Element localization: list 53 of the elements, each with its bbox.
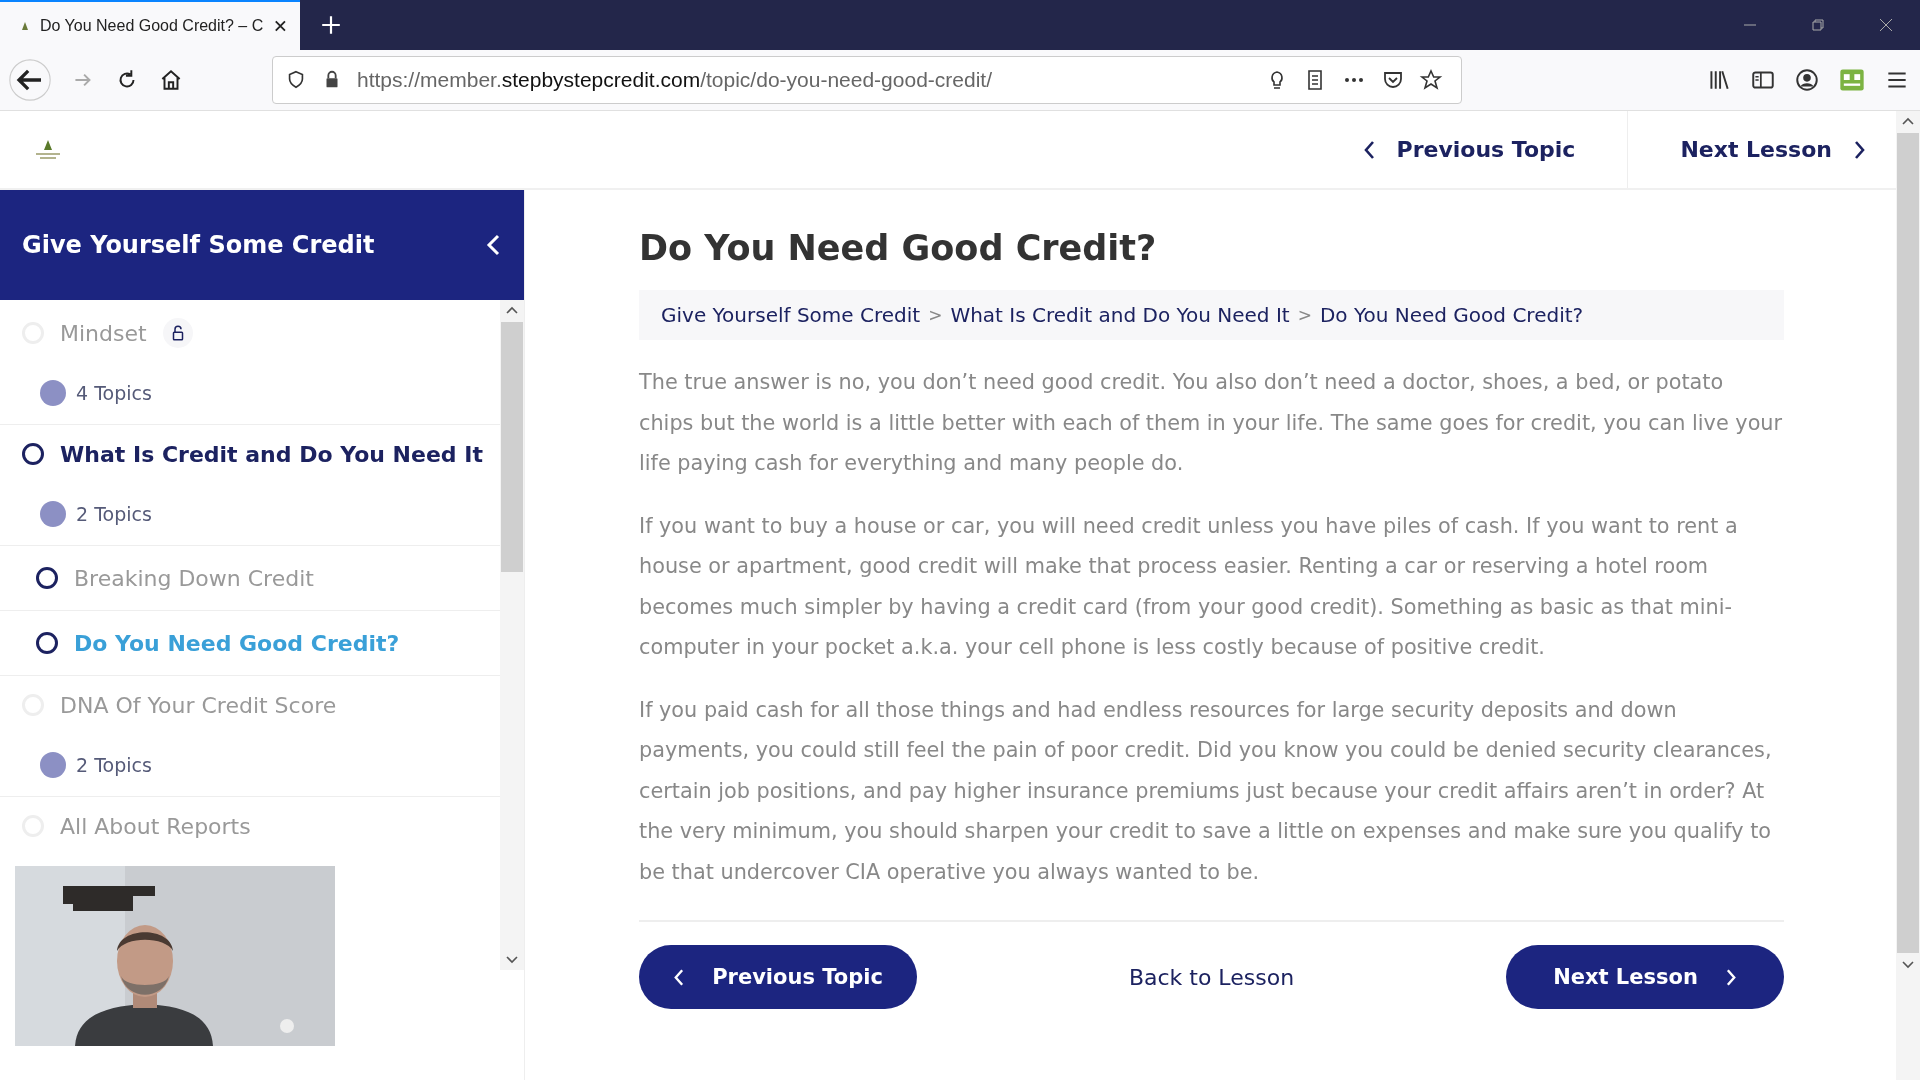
scroll-down-icon[interactable] [1902, 961, 1914, 969]
collapse-icon[interactable] [486, 234, 500, 256]
previous-topic-link[interactable]: Previous Topic [1322, 111, 1628, 188]
breadcrumb-separator: > [1297, 305, 1312, 325]
paragraph: The true answer is no, you don’t need good credit. You also don’t need a doctor, shoes, a bed, or potato chips but the world is a little better with each of them in your life. The same goes for credit, you can live your life paying cash for everything and many people do. [639, 369, 1784, 477]
scroll-down-icon[interactable] [506, 956, 518, 964]
status-circle-icon [36, 567, 58, 589]
tab-title: Do You Need Good Credit? – C [40, 17, 264, 35]
close-icon[interactable] [1878, 17, 1894, 33]
new-tab-icon[interactable] [320, 14, 342, 36]
scroll-up-icon[interactable] [1902, 117, 1914, 125]
restore-icon[interactable] [1810, 17, 1826, 33]
breadcrumb-link[interactable]: Give Yourself Some Credit [661, 303, 921, 327]
previous-topic-button[interactable]: Previous Topic [639, 945, 917, 1009]
topics-dot-icon [40, 752, 66, 778]
breadcrumb-link[interactable]: Do You Need Good Credit? [1319, 303, 1584, 327]
lesson-title: What Is Credit and Do You Need It [60, 441, 483, 467]
lesson-item[interactable]: What Is Credit and Do You Need It [0, 425, 500, 483]
star-icon[interactable] [1419, 68, 1443, 92]
topics-dot-icon [40, 380, 66, 406]
chevron-left-icon [1362, 139, 1375, 160]
chevron-right-icon [1725, 967, 1737, 987]
status-circle-icon [22, 443, 44, 465]
lesson-title: DNA Of Your Credit Score [60, 692, 337, 718]
page-scrollbar[interactable] [1896, 111, 1920, 1080]
topics-dot-icon [40, 501, 66, 527]
breadcrumb-separator: > [928, 305, 943, 325]
address-bar[interactable]: https://member.stepbystepcredit.com/topic/do-you-need-good-credit/ [272, 56, 1462, 104]
topic-title: Breaking Down Credit [74, 565, 314, 591]
topics-count: 2 Topics [76, 754, 152, 776]
lesson-title: All About Reports [60, 813, 251, 839]
back-to-lesson-link[interactable]: Back to Lesson [1128, 964, 1295, 990]
topics-count: 2 Topics [76, 503, 152, 525]
close-icon[interactable] [273, 18, 288, 34]
page-title: Do You Need Good Credit? [639, 228, 1158, 268]
scroll-up-icon[interactable] [506, 306, 518, 314]
status-circle-icon [36, 632, 58, 654]
url-text: https://member.stepbystepcredit.com/topic/do-you-need-good-credit/ [357, 68, 992, 92]
favicon-icon [20, 21, 30, 31]
chevron-left-icon [673, 967, 685, 987]
account-icon[interactable] [1794, 67, 1820, 93]
paragraph: If you paid cash for all those things and had endless resources for large security deposits and down payments, you could still feel the pain of poor credit. Did you know you could be denied security clearances, certain job positions, and pay higher insurance premiums just because your credit affairs aren’t in order? At the very minimum, you should sharpen your credit to save a little on expenses and make sure you qualify to be that undercover CIA operative you always wanted to be. [639, 696, 1773, 886]
topics-count: 4 Topics [76, 382, 152, 404]
next-lesson-button[interactable]: Next Lesson [1506, 945, 1784, 1009]
back-icon[interactable] [8, 58, 52, 102]
chevron-right-icon [1854, 139, 1866, 160]
lesson-title: Mindset [60, 320, 147, 346]
scrollbar[interactable] [500, 300, 524, 970]
paragraph: If you want to buy a house or car, you will need credit unless you have piles of cash. If you want to rent a house or apartment, good credit will make that process easier. Renting a car or reserving a hotel room becomes much simpler by having a credit card (from your good credit). Something as basic as that mini-computer in your pocket a.k.a. your cell phone is less costly because of positive credit. [639, 512, 1739, 661]
browser-tab[interactable]: Do You Need Good Credit? – C [0, 0, 300, 50]
topic-title: Do You Need Good Credit? [74, 630, 400, 656]
course-title: Give Yourself Some Credit [22, 231, 375, 259]
breadcrumb-link[interactable]: What Is Credit and Do You Need It [950, 303, 1290, 327]
